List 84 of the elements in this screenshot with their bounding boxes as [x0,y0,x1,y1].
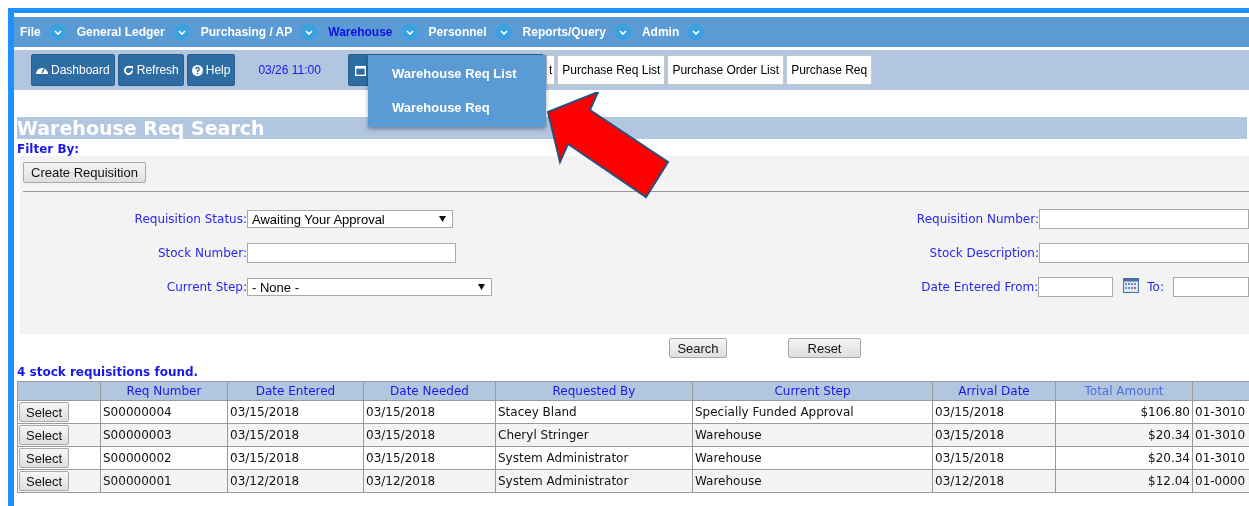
field-label: Date Entered From: [921,280,1039,294]
table-cell: Stacey Bland [498,405,577,419]
chevron-down-icon[interactable] [301,24,318,40]
help-icon [191,64,203,76]
table-cell: System Administrator [498,474,629,488]
reset-button[interactable]: Reset [788,338,861,358]
calendar-icon[interactable] [1123,277,1140,293]
table-cell: 03/15/2018 [230,428,300,442]
table-cell: Warehouse [695,428,762,442]
table-cell: 03/15/2018 [230,451,300,465]
date-time: 03/26 11:00 [258,63,321,77]
select-button[interactable]: Select [19,471,69,491]
chevron-down-icon[interactable] [401,24,418,40]
chevron-down-icon[interactable] [688,24,705,40]
menu-item[interactable]: Admin [641,25,680,39]
result-count: 4 stock requisitions found. [17,365,200,381]
table-cell: Cheryl Stringer [498,428,589,442]
tab[interactable]: Purchase Req [786,55,873,85]
chevron-down-icon[interactable] [495,24,512,40]
menu-item[interactable]: Personnel [428,25,487,39]
chevron-down-icon[interactable] [614,24,631,40]
menu-item[interactable]: General Ledger [76,25,165,39]
table-cell: 01-0000 [1195,474,1246,488]
table-cell: 01-3010 [1195,451,1246,465]
table-cell: 03/15/2018 [366,451,436,465]
caret-icon [478,284,485,290]
table-cell: System Administrator [498,451,629,465]
input-field[interactable] [1039,243,1249,263]
toolbar-button[interactable]: Help [186,54,236,86]
table-cell: $106.80 [1140,405,1190,419]
table-cell: Specially Funded Approval [695,405,854,419]
field-label: Requisition Number: [916,212,1039,226]
table-cell: 03/12/2018 [935,474,1005,488]
menu-item[interactable]: File [20,25,41,39]
field-label: Stock Number: [156,246,247,260]
field-label: To: [1147,280,1164,294]
table-cell: 03/15/2018 [935,451,1005,465]
date-field[interactable] [1038,277,1114,297]
dropdown-field[interactable]: Awaiting Your Approval [247,210,453,228]
table-cell: S00000001 [103,474,172,488]
input-field[interactable] [247,243,456,263]
menu-item[interactable]: Warehouse Req List [368,57,546,91]
chevron-down-icon[interactable] [173,24,190,40]
table-cell: $12.04 [1148,474,1190,488]
table-cell: 03/15/2018 [935,405,1005,419]
table-cell: Warehouse [695,451,762,465]
filter-label: Filter By: [17,142,81,156]
field-label: Stock Description: [929,246,1039,260]
create-requisition-button[interactable]: Create Requisition [23,162,146,183]
table-cell: S00000003 [103,428,172,442]
field-label: Requisition Status: [133,212,247,226]
table-cell: 03/15/2018 [366,405,436,419]
tab[interactable]: Purchase Req List [557,55,666,85]
toolbar-button[interactable]: Dashboard [31,54,115,86]
menu-item[interactable]: Reports/Query [522,25,606,39]
chevron-down-icon[interactable] [49,24,66,40]
table-cell: 03/12/2018 [230,474,300,488]
table-cell: 01-3010 [1195,405,1246,419]
select-button[interactable]: Select [19,448,69,468]
gauge-icon [36,65,48,75]
table-cell: S00000004 [103,405,172,419]
menu-item[interactable]: Purchasing / AP [200,25,293,39]
select-button[interactable]: Select [19,425,69,445]
calendar-icon [355,64,366,76]
input-field[interactable] [1039,209,1249,229]
table-cell: 03/15/2018 [230,405,300,419]
table-cell: Warehouse [695,474,762,488]
search-button[interactable]: Search [669,338,727,358]
date-field[interactable] [1173,277,1249,297]
tab[interactable]: Purchase Order List [667,55,785,85]
table-cell: $20.34 [1148,451,1190,465]
table-cell: S00000002 [103,451,172,465]
menu-item[interactable]: Warehouse [328,25,393,39]
dropdown-field[interactable]: - None - [247,278,492,296]
table-cell: 01-3010 [1195,428,1246,442]
table-cell: 03/15/2018 [366,428,436,442]
refresh-icon [122,64,134,76]
table-cell: 03/12/2018 [366,474,436,488]
field-label: Current Step: [165,280,247,294]
table-cell: $20.34 [1148,428,1190,442]
caret-icon [439,216,446,222]
table-cell: 03/15/2018 [935,428,1005,442]
toolbar-button[interactable]: Refresh [117,54,184,86]
select-button[interactable]: Select [19,402,69,422]
